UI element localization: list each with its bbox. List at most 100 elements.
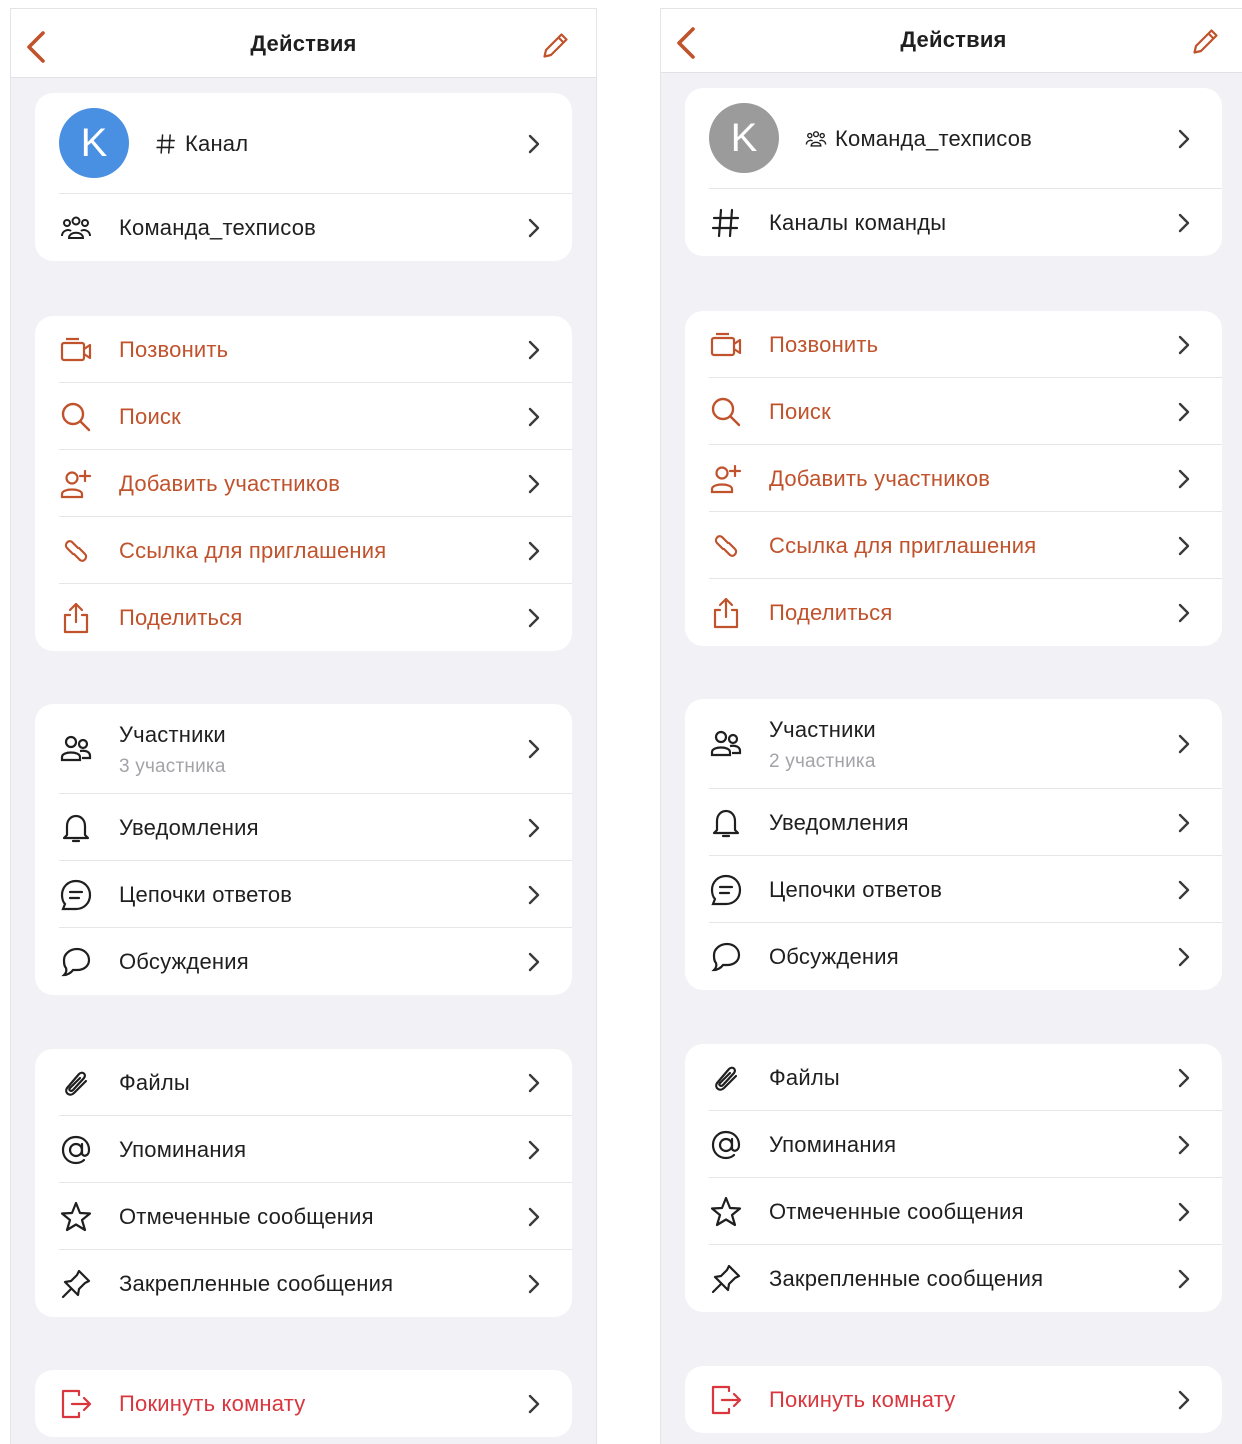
- share-label: Поделиться: [119, 604, 243, 630]
- link-icon: [709, 529, 743, 563]
- leave-room-row[interactable]: Покинуть комнату: [685, 1366, 1222, 1433]
- add-members-row[interactable]: Добавить участников: [685, 445, 1222, 512]
- notifications-label: Уведомления: [119, 814, 259, 840]
- call-row[interactable]: Позвонить: [685, 311, 1222, 378]
- discussions-row[interactable]: Обсуждения: [35, 928, 572, 995]
- team-channels-label: Каналы команды: [769, 209, 947, 235]
- files-label: Файлы: [769, 1064, 840, 1090]
- share-row[interactable]: Поделиться: [35, 584, 572, 651]
- starred-row[interactable]: Отмеченные сообщения: [35, 1183, 572, 1250]
- files-label: Файлы: [119, 1069, 190, 1095]
- team-row[interactable]: Команда_техписов: [35, 194, 572, 261]
- chevron-right-icon: [1176, 212, 1192, 234]
- edit-button[interactable]: [540, 29, 572, 61]
- logout-icon: [59, 1387, 93, 1421]
- files-row[interactable]: Файлы: [35, 1049, 572, 1116]
- add-members-label: Добавить участников: [769, 465, 991, 491]
- chevron-right-icon: [526, 738, 542, 760]
- search-row[interactable]: Поиск: [685, 378, 1222, 445]
- leave-card: Покинуть комнату: [685, 1366, 1222, 1433]
- nav-bar: Действия: [661, 9, 1242, 73]
- chevron-right-icon: [1176, 128, 1192, 150]
- star-icon: [709, 1195, 743, 1229]
- room-info-card: K Команда_техписов Каналы команды: [685, 88, 1222, 256]
- threads-row[interactable]: Цепочки ответов: [685, 856, 1222, 923]
- share-icon: [59, 601, 93, 635]
- chevron-right-icon: [1176, 401, 1192, 423]
- search-icon: [59, 400, 93, 434]
- notifications-row[interactable]: Уведомления: [685, 789, 1222, 856]
- files-row[interactable]: Файлы: [685, 1044, 1222, 1111]
- logout-icon: [709, 1383, 743, 1417]
- invite-link-row[interactable]: Ссылка для приглашения: [685, 512, 1222, 579]
- discussion-icon: [709, 940, 743, 974]
- video-camera-icon: [59, 333, 93, 367]
- team-label: Команда_техписов: [119, 214, 317, 240]
- share-row[interactable]: Поделиться: [685, 579, 1222, 646]
- room-header-row[interactable]: K Команда_техписов: [685, 88, 1222, 189]
- search-label: Поиск: [769, 398, 831, 424]
- team-channels-row[interactable]: Каналы команды: [685, 189, 1222, 256]
- add-members-label: Добавить участников: [119, 470, 341, 496]
- chevron-right-icon: [1176, 1389, 1192, 1411]
- starred-label: Отмеченные сообщения: [119, 1203, 374, 1229]
- add-members-row[interactable]: Добавить участников: [35, 450, 572, 517]
- avatar: K: [59, 108, 129, 178]
- starred-row[interactable]: Отмеченные сообщения: [685, 1178, 1222, 1245]
- content-card: Файлы Упоминания Отмеченные сообщения За…: [35, 1049, 572, 1317]
- search-label: Поиск: [119, 403, 181, 429]
- chevron-right-icon: [1176, 334, 1192, 356]
- add-user-icon: [709, 462, 743, 496]
- threads-label: Цепочки ответов: [769, 876, 943, 902]
- notifications-row[interactable]: Уведомления: [35, 794, 572, 861]
- users-icon: [59, 732, 93, 766]
- mentions-label: Упоминания: [119, 1136, 247, 1162]
- leave-room-row[interactable]: Покинуть комнату: [35, 1370, 572, 1437]
- actions-card: Позвонить Поиск Добавить участников Ссыл…: [35, 316, 572, 651]
- members-label: Участники: [769, 717, 876, 742]
- members-row[interactable]: Участники 3 участника: [35, 704, 572, 794]
- chevron-right-icon: [1176, 468, 1192, 490]
- mentions-row[interactable]: Упоминания: [685, 1111, 1222, 1178]
- chevron-right-icon: [526, 951, 542, 973]
- chevron-right-icon: [526, 817, 542, 839]
- discussions-row[interactable]: Обсуждения: [685, 923, 1222, 990]
- search-row[interactable]: Поиск: [35, 383, 572, 450]
- chevron-right-icon: [1176, 879, 1192, 901]
- leave-card: Покинуть комнату: [35, 1370, 572, 1437]
- chevron-right-icon: [526, 540, 542, 562]
- members-card: Участники 2 участника Уведомления Цепочк…: [685, 699, 1222, 990]
- leave-room-label: Покинуть комнату: [769, 1386, 956, 1412]
- pinned-row[interactable]: Закрепленные сообщения: [35, 1250, 572, 1317]
- room-name-group: Канал: [155, 131, 248, 157]
- chevron-right-icon: [526, 339, 542, 361]
- chevron-right-icon: [1176, 733, 1192, 755]
- add-user-icon: [59, 467, 93, 501]
- room-info-card: K Канал Команда_техписов: [35, 93, 572, 261]
- pinned-row[interactable]: Закрепленные сообщения: [685, 1245, 1222, 1312]
- invite-link-row[interactable]: Ссылка для приглашения: [35, 517, 572, 584]
- edit-button[interactable]: [1190, 25, 1222, 57]
- call-row[interactable]: Позвонить: [35, 316, 572, 383]
- team-icon: [805, 128, 827, 150]
- discussions-label: Обсуждения: [119, 948, 249, 974]
- room-header-row[interactable]: K Канал: [35, 93, 572, 194]
- pencil-icon: [1190, 25, 1222, 57]
- paperclip-icon: [59, 1066, 93, 1100]
- actions-card: Позвонить Поиск Добавить участников Ссыл…: [685, 311, 1222, 646]
- pin-icon: [59, 1267, 93, 1301]
- threads-icon: [59, 878, 93, 912]
- chevron-right-icon: [1176, 602, 1192, 624]
- room-name: Команда_техписов: [835, 125, 1033, 151]
- bell-icon: [709, 806, 743, 840]
- threads-row[interactable]: Цепочки ответов: [35, 861, 572, 928]
- members-card: Участники 3 участника Уведомления Цепочк…: [35, 704, 572, 995]
- chevron-right-icon: [526, 1072, 542, 1094]
- mentions-row[interactable]: Упоминания: [35, 1116, 572, 1183]
- users-icon: [709, 727, 743, 761]
- at-icon: [709, 1128, 743, 1162]
- members-row[interactable]: Участники 2 участника: [685, 699, 1222, 789]
- members-count: 2 участника: [769, 751, 876, 772]
- pencil-icon: [540, 29, 572, 61]
- chevron-right-icon: [526, 217, 542, 239]
